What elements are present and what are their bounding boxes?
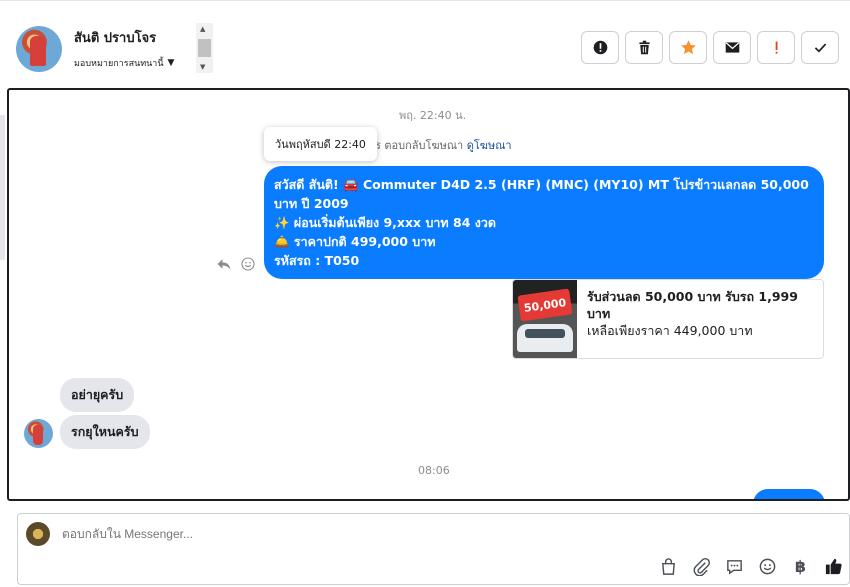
incoming-message-bubble[interactable]: รกยุใหนครับ bbox=[60, 415, 150, 449]
emoji-react-icon[interactable] bbox=[240, 256, 256, 272]
page-avatar bbox=[26, 522, 50, 546]
mark-unread-button[interactable] bbox=[713, 31, 751, 64]
message-line: สวัสดี สันติ! 🚘 Commuter D4D 2.5 (HRF) (… bbox=[274, 177, 809, 211]
ad-thumbnail: 50,000 bbox=[513, 280, 577, 358]
important-button[interactable] bbox=[757, 31, 795, 64]
left-panel-edge bbox=[0, 115, 5, 260]
done-button[interactable] bbox=[801, 31, 839, 64]
message-thread[interactable]: พฤ. 22:40 น. วันพฤหัสบดี 22:40 ร ตอบกลับ… bbox=[7, 88, 850, 501]
star-icon bbox=[680, 40, 696, 55]
outgoing-message-bubble[interactable]: สวัสดี สันติ! 🚘 Commuter D4D 2.5 (HRF) (… bbox=[264, 166, 824, 279]
caret-down-icon: ▼ bbox=[167, 58, 175, 68]
checkmark-icon bbox=[814, 43, 826, 53]
message-line: 🛎️ ราคาปกติ 499,000 บาท bbox=[274, 234, 436, 249]
scrollbar-thumb[interactable] bbox=[198, 39, 211, 57]
ad-thumbnail-badge: 50,000 bbox=[517, 288, 573, 322]
emoji-icon[interactable] bbox=[758, 557, 777, 576]
exclamation-icon bbox=[775, 41, 778, 54]
thumbs-up-icon[interactable] bbox=[824, 557, 843, 576]
saved-reply-icon[interactable] bbox=[725, 557, 744, 576]
envelope-icon bbox=[725, 42, 739, 53]
message-timestamp: พฤ. 22:40 น. bbox=[399, 109, 467, 122]
view-ad-link[interactable]: ดูโฆษณา bbox=[467, 139, 512, 152]
message-composer: ฿ bbox=[17, 513, 850, 585]
inbox-conversation: สันติ ปราบโจร มอบหมายการสนทนานี้ ▼ ▲ ▼ พ… bbox=[0, 0, 850, 587]
conversation-toolbar bbox=[581, 31, 839, 64]
outgoing-message-bubble-partial[interactable] bbox=[753, 489, 825, 499]
message-actions bbox=[216, 256, 256, 272]
van-image bbox=[517, 324, 573, 352]
contact-avatar-small bbox=[24, 419, 53, 448]
ad-preview-card[interactable]: 50,000 รับส่วนลด 50,000 บาท รับรถ 1,999 … bbox=[512, 279, 824, 359]
incoming-message-bubble[interactable]: อย่ายุครับ bbox=[60, 378, 135, 412]
alert-circle-icon bbox=[593, 40, 607, 55]
header-scrollbar[interactable]: ▲ ▼ bbox=[196, 23, 213, 73]
message-timestamp: 08:06 bbox=[418, 464, 450, 477]
payment-baht-icon[interactable]: ฿ bbox=[791, 557, 810, 576]
spam-button[interactable] bbox=[581, 31, 619, 64]
reply-icon[interactable] bbox=[216, 256, 232, 272]
ad-card-title: รับส่วนลด 50,000 บาท รับรถ 1,999 บาท bbox=[587, 289, 798, 321]
ad-reply-context: ร ตอบกลับโฆษณา ดูโฆษณา bbox=[375, 136, 512, 154]
ad-card-description: เหลือเพียงราคา 449,000 บาท bbox=[587, 323, 753, 338]
message-line: รหัสรถ : T050 bbox=[274, 253, 360, 268]
shopping-bag-icon[interactable] bbox=[659, 557, 678, 576]
scroll-up-arrow-icon[interactable]: ▲ bbox=[200, 25, 205, 33]
reply-input[interactable] bbox=[62, 527, 562, 541]
contact-avatar[interactable] bbox=[16, 26, 62, 72]
scroll-down-arrow-icon[interactable]: ▼ bbox=[200, 63, 205, 71]
message-line: ✨ ผ่อนเริ่มต้นเพียง 9,xxx บาท 84 งวด bbox=[274, 215, 496, 230]
trash-icon bbox=[638, 40, 650, 55]
contact-name[interactable]: สันติ ปราบโจร bbox=[74, 27, 156, 48]
assign-label: มอบหมายการสนทนานี้ bbox=[74, 59, 164, 69]
star-button[interactable] bbox=[669, 31, 707, 64]
ad-reply-text: ร ตอบกลับโฆษณา bbox=[375, 139, 464, 152]
ad-card-text: รับส่วนลด 50,000 บาท รับรถ 1,999 บาท เหล… bbox=[577, 280, 823, 358]
delete-button[interactable] bbox=[625, 31, 663, 64]
assign-conversation-dropdown[interactable]: มอบหมายการสนทนานี้ ▼ bbox=[74, 56, 174, 70]
conversation-header: สันติ ปราบโจร มอบหมายการสนทนานี้ ▼ ▲ ▼ bbox=[0, 0, 850, 88]
composer-toolbar: ฿ bbox=[659, 557, 843, 576]
paperclip-icon[interactable] bbox=[692, 557, 711, 576]
timestamp-tooltip: วันพฤหัสบดี 22:40 bbox=[264, 127, 377, 161]
